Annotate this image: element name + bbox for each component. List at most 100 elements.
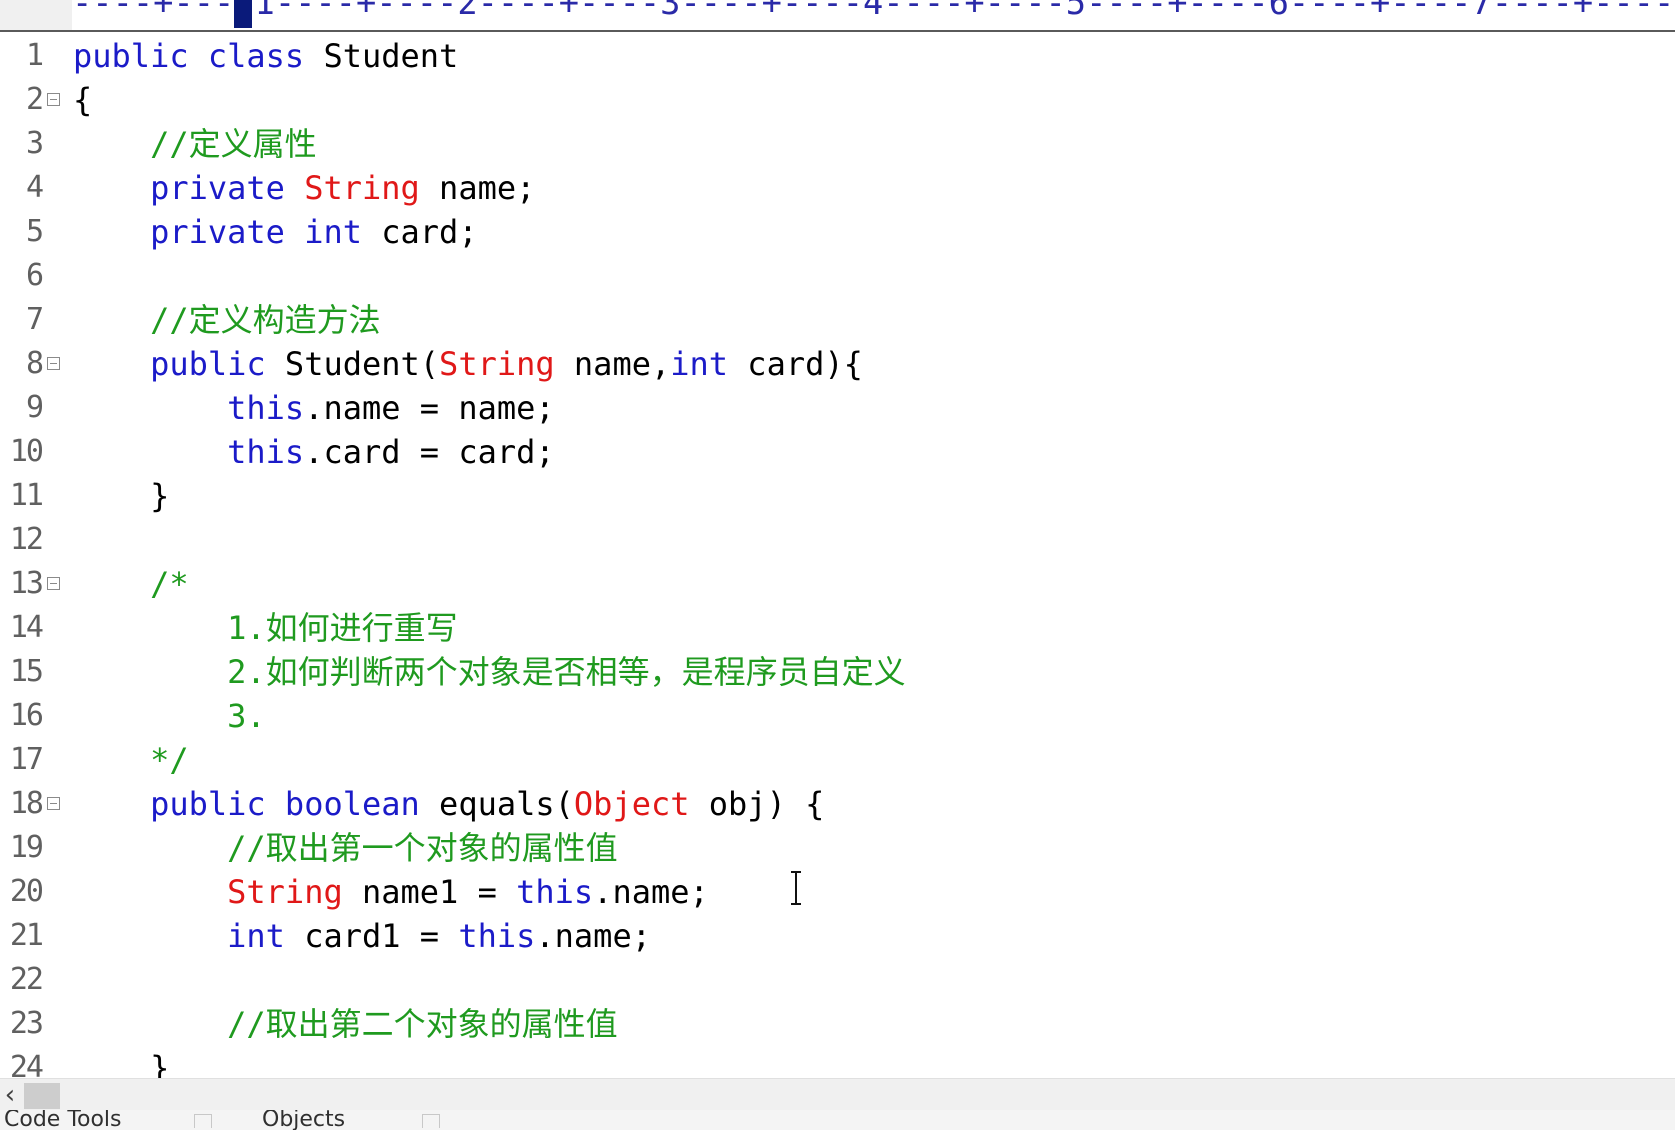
code-line[interactable]: 24 } <box>0 1046 1675 1078</box>
code-text: public Student(String name,int card){ <box>73 342 863 386</box>
code-text: this.name = name; <box>73 386 555 430</box>
code-token: .name = name; <box>304 389 555 427</box>
code-text: //取出第一个对象的属性值 <box>73 826 618 870</box>
code-line[interactable]: 22 <box>0 958 1675 1002</box>
code-text: private String name; <box>73 166 535 210</box>
fold-collapse-icon[interactable] <box>47 577 60 590</box>
line-number: 7 <box>25 302 44 337</box>
code-token: name, <box>554 345 671 383</box>
keyword-token: private <box>150 169 285 207</box>
horizontal-scrollbar[interactable]: ‹ <box>0 1078 1675 1111</box>
code-text: /* <box>73 562 189 606</box>
code-text: public class Student <box>73 34 458 78</box>
code-token: { <box>73 81 93 119</box>
comment-token: //定义构造方法 <box>73 301 381 339</box>
type-token: Object <box>573 785 690 823</box>
fold-collapse-icon[interactable] <box>47 357 60 370</box>
keyword-token: private int <box>150 213 362 251</box>
line-number: 4 <box>25 170 44 205</box>
code-text: 3. <box>73 694 266 738</box>
code-line[interactable]: 19 //取出第一个对象的属性值 <box>0 826 1675 870</box>
fold-collapse-icon[interactable] <box>47 93 60 106</box>
code-line[interactable]: 8 public Student(String name,int card){ <box>0 342 1675 386</box>
code-text: */ <box>73 738 189 782</box>
line-number: 10 <box>9 434 44 469</box>
line-number: 17 <box>9 742 44 777</box>
code-text: int card1 = this.name; <box>73 914 651 958</box>
code-text: public boolean equals(Object obj) { <box>73 782 824 826</box>
code-line[interactable]: 2{ <box>0 78 1675 122</box>
code-token: card){ <box>728 345 863 383</box>
line-number: 22 <box>9 962 44 997</box>
code-token: obj) { <box>689 785 825 823</box>
line-number: 6 <box>25 258 44 293</box>
tab-code-tools[interactable]: Code Tools <box>4 1110 122 1130</box>
code-text: //取出第二个对象的属性值 <box>73 1002 618 1046</box>
keyword-token: this <box>458 917 536 955</box>
code-token: .name; <box>593 873 709 911</box>
code-text: 1.如何进行重写 <box>73 606 458 650</box>
code-line[interactable]: 13 /* <box>0 562 1675 606</box>
code-token: .card = card; <box>304 433 555 471</box>
comment-token: /* <box>73 565 189 603</box>
code-token: .name; <box>535 917 651 955</box>
comment-token: */ <box>73 741 189 779</box>
line-number: 18 <box>9 786 44 821</box>
fold-collapse-icon[interactable] <box>47 797 60 810</box>
code-line[interactable]: 23 //取出第二个对象的属性值 <box>0 1002 1675 1046</box>
comment-token: //取出第二个对象的属性值 <box>73 1005 618 1043</box>
keyword-token: public class <box>73 37 305 75</box>
code-line[interactable]: 18 public boolean equals(Object obj) { <box>0 782 1675 826</box>
ruler-gutter <box>0 0 72 30</box>
line-number: 2 <box>25 82 44 117</box>
tab-objects[interactable]: Objects <box>262 1110 345 1130</box>
line-number: 11 <box>9 478 44 513</box>
line-number: 24 <box>9 1050 44 1078</box>
comment-token: 3. <box>73 697 266 735</box>
code-line[interactable]: 7 //定义构造方法 <box>0 298 1675 342</box>
code-token: card; <box>361 213 478 251</box>
keyword-token: this <box>227 433 305 471</box>
code-line[interactable]: 21 int card1 = this.name; <box>0 914 1675 958</box>
line-number: 8 <box>25 346 44 381</box>
code-line[interactable]: 6 <box>0 254 1675 298</box>
line-number: 9 <box>25 390 44 425</box>
line-number: 1 <box>25 38 44 73</box>
code-line[interactable]: 14 1.如何进行重写 <box>0 606 1675 650</box>
code-line[interactable]: 15 2.如何判断两个对象是否相等，是程序员自定义 <box>0 650 1675 694</box>
code-editor[interactable]: 1 public class Student 2{3 //定义属性 4 private… <box>0 32 1675 1078</box>
code-line[interactable]: 12 <box>0 518 1675 562</box>
chevron-left-icon[interactable]: ‹ <box>0 1081 20 1109</box>
code-line[interactable]: 4 private String name; <box>0 166 1675 210</box>
code-line[interactable]: 3 //定义属性 <box>0 122 1675 166</box>
keyword-token: this <box>516 873 594 911</box>
tab-objects-close-icon[interactable] <box>422 1114 440 1128</box>
line-number: 15 <box>9 654 44 689</box>
code-text: this.card = card; <box>73 430 555 474</box>
code-line[interactable]: 1 public class Student <box>0 34 1675 78</box>
code-line[interactable]: 16 3. <box>0 694 1675 738</box>
code-line[interactable]: 10 this.card = card; <box>0 430 1675 474</box>
line-number: 3 <box>25 126 44 161</box>
code-line[interactable]: 5 private int card; <box>0 210 1675 254</box>
code-line[interactable]: 20 String name1 = this.name; <box>0 870 1675 914</box>
code-line[interactable]: 17 */ <box>0 738 1675 782</box>
line-number: 20 <box>9 874 44 909</box>
code-text: } <box>73 474 169 518</box>
text-ibeam-cursor-icon <box>791 871 801 905</box>
code-text: //定义属性 <box>73 122 317 166</box>
code-token: equals( <box>419 785 574 823</box>
scrollbar-thumb[interactable] <box>24 1083 60 1109</box>
tab-code-tools-close-icon[interactable] <box>194 1114 212 1128</box>
code-line[interactable]: 9 this.name = name; <box>0 386 1675 430</box>
code-line[interactable]: 11 } <box>0 474 1675 518</box>
keyword-token: int <box>670 345 729 383</box>
line-number: 14 <box>9 610 44 645</box>
code-text: 2.如何判断两个对象是否相等，是程序员自定义 <box>73 650 906 694</box>
line-number: 23 <box>9 1006 44 1041</box>
